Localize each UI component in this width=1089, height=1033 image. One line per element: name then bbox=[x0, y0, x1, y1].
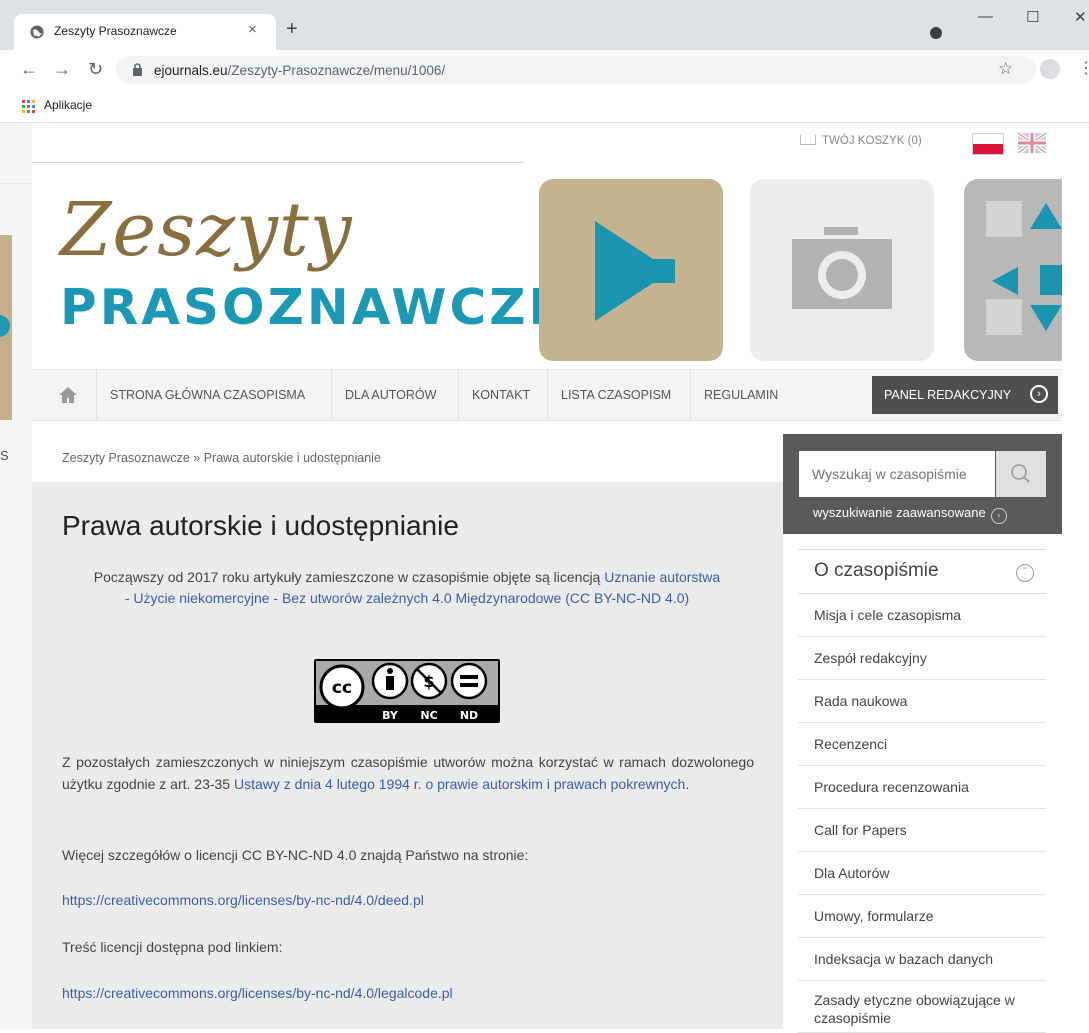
menu-contact[interactable]: KONTAKT bbox=[458, 370, 543, 420]
menu-journal-list[interactable]: LISTA CZASOPISM bbox=[547, 370, 684, 420]
search-button[interactable] bbox=[996, 451, 1046, 497]
cc-by-label: BY bbox=[382, 709, 399, 722]
sidebar: wyszukiwanie zaawansowane› O czasopiśmie… bbox=[783, 434, 1062, 1033]
menu-terms[interactable]: REGULAMIN bbox=[690, 370, 791, 420]
menu-kebab-icon[interactable]: ⋮ bbox=[1078, 58, 1089, 78]
bookmarks-bar: Aplikacje bbox=[0, 90, 1089, 123]
copyright-act-link[interactable]: Ustawy z dnia 4 lutego 1994 r. o prawie … bbox=[234, 776, 685, 792]
sidebar-item-reviewers[interactable]: Recenzenci bbox=[798, 723, 1046, 766]
main-menu: STRONA GŁÓWNA CZASOPISMA DLA AUTORÓW KON… bbox=[32, 369, 1062, 421]
media-indicator-icon[interactable] bbox=[930, 27, 942, 39]
sidebar-item-indexing[interactable]: Indeksacja w bazach danych bbox=[798, 938, 1046, 981]
legalcode-link-row: https://creativecommons.org/licenses/by-… bbox=[62, 982, 754, 1004]
sidebar-item-agreements[interactable]: Umowy, formularze bbox=[798, 895, 1046, 938]
reload-icon[interactable]: ↻ bbox=[88, 60, 103, 78]
journal-page: TWÓJ KOSZYK (0) Zeszyty PRASOZNAWCZE STR… bbox=[32, 123, 1062, 1033]
details-paragraph: Więcej szczegółów o licencji CC BY-NC-ND… bbox=[62, 847, 529, 863]
divider bbox=[32, 162, 524, 163]
media-tile-video[interactable] bbox=[539, 179, 723, 361]
about-journal-header[interactable]: O czasopiśmie ˆ bbox=[798, 549, 1046, 594]
chevron-right-icon: › bbox=[990, 508, 1007, 524]
menu-home[interactable]: STRONA GŁÓWNA CZASOPISMA bbox=[96, 370, 318, 420]
legalcode-paragraph: Treść licencji dostępna pod linkiem: bbox=[62, 939, 283, 955]
media-tile-photo[interactable] bbox=[750, 179, 934, 361]
close-tab-icon[interactable]: × bbox=[248, 21, 257, 38]
uk-flag-icon[interactable] bbox=[1018, 133, 1046, 153]
background-window-edge: S bbox=[0, 123, 32, 1029]
advanced-search-link[interactable]: wyszukiwanie zaawansowane › bbox=[813, 505, 1007, 524]
apps-grid-icon[interactable] bbox=[22, 100, 35, 113]
about-journal-list: Misja i cele czasopisma Zespół redakcyjn… bbox=[798, 594, 1046, 1033]
about-journal-title: O czasopiśmie bbox=[814, 560, 939, 581]
editorial-panel-button[interactable]: PANEL REDAKCYJNY › bbox=[872, 376, 1058, 414]
legalcode-link[interactable]: https://creativecommons.org/licenses/by-… bbox=[62, 985, 453, 1001]
cart-link[interactable]: TWÓJ KOSZYK (0) bbox=[800, 135, 922, 147]
sidebar-item-editorial-team[interactable]: Zespół redakcyjny bbox=[798, 637, 1046, 680]
chevron-right-icon: › bbox=[1030, 385, 1048, 403]
editorial-panel-label: PANEL REDAKCYJNY bbox=[884, 388, 1012, 402]
forward-icon[interactable]: → bbox=[53, 60, 71, 78]
lock-icon bbox=[133, 63, 142, 76]
arrows-icon bbox=[986, 201, 1062, 335]
search-panel: wyszukiwanie zaawansowane› bbox=[783, 434, 1062, 534]
address-bar: ← → ↻ ejournals.eu/Zeszyty-Prasoznawcze/… bbox=[0, 50, 1089, 90]
logo-title[interactable]: PRASOZNAWCZE bbox=[60, 283, 566, 332]
content-area: Zeszyty Prasoznawcze » Prawa autorskie i… bbox=[32, 434, 783, 1029]
deed-link[interactable]: https://creativecommons.org/licenses/by-… bbox=[62, 892, 424, 908]
license-paragraph: Począwszy od 2017 roku artykuły zamieszc… bbox=[93, 569, 721, 606]
browser-tab-strip: Zeszyty Prasoznawcze × + — ☐ ✕ bbox=[0, 0, 1089, 50]
search-icon bbox=[1011, 464, 1030, 483]
fair-use-paragraph: Z pozostałych zamieszczonych w niniejszy… bbox=[62, 754, 754, 792]
chevron-up-icon: ˆ bbox=[1016, 564, 1034, 582]
bookmark-apps[interactable]: Aplikacje bbox=[44, 98, 92, 112]
cc-nd-label: ND bbox=[460, 709, 478, 722]
svg-text:cc: cc bbox=[332, 678, 352, 698]
play-icon bbox=[595, 221, 675, 321]
url-field[interactable]: ejournals.eu/Zeszyty-Prasoznawcze/menu/1… bbox=[116, 56, 1036, 84]
bookmark-star-icon[interactable]: ☆ bbox=[998, 59, 1013, 79]
sidebar-item-ethics[interactable]: Zasady etyczne obowiązujące w czasopiśmi… bbox=[798, 981, 1046, 1033]
new-tab-button[interactable]: + bbox=[286, 19, 298, 39]
browser-tab[interactable]: Zeszyty Prasoznawcze × bbox=[14, 14, 276, 50]
sidebar-item-review-procedure[interactable]: Procedura recenzowania bbox=[798, 766, 1046, 809]
sidebar-item-mission[interactable]: Misja i cele czasopisma bbox=[798, 594, 1046, 637]
deed-link-row: https://creativecommons.org/licenses/by-… bbox=[62, 889, 754, 911]
media-tile-navigation[interactable] bbox=[964, 179, 1062, 361]
logo-script[interactable]: Zeszyty bbox=[60, 193, 353, 267]
close-window-icon[interactable]: ✕ bbox=[1074, 8, 1087, 26]
polish-flag-icon[interactable] bbox=[972, 133, 1004, 155]
sidebar-item-call-for-papers[interactable]: Call for Papers bbox=[798, 809, 1046, 852]
back-icon[interactable]: ← bbox=[20, 60, 38, 78]
search-input[interactable] bbox=[799, 451, 995, 497]
cc-nc-label: NC bbox=[420, 709, 437, 722]
cart-icon bbox=[800, 135, 816, 145]
minimize-icon[interactable]: — bbox=[978, 8, 993, 25]
globe-icon bbox=[30, 25, 44, 39]
sidebar-item-scientific-council[interactable]: Rada naukowa bbox=[798, 680, 1046, 723]
page-title: Prawa autorskie i udostępnianie bbox=[62, 510, 459, 541]
tab-title: Zeszyty Prasoznawcze bbox=[54, 24, 177, 38]
profile-avatar-icon[interactable] bbox=[1040, 59, 1060, 79]
home-icon[interactable] bbox=[58, 386, 78, 404]
maximize-icon[interactable]: ☐ bbox=[1026, 8, 1039, 26]
breadcrumb[interactable]: Zeszyty Prasoznawcze » Prawa autorskie i… bbox=[32, 434, 783, 482]
menu-for-authors[interactable]: DLA AUTORÓW bbox=[331, 370, 449, 420]
sidebar-item-for-authors[interactable]: Dla Autorów bbox=[798, 852, 1046, 895]
url-text: ejournals.eu/Zeszyty-Prasoznawcze/menu/1… bbox=[154, 63, 446, 78]
camera-icon bbox=[792, 227, 892, 309]
cc-license-badge[interactable]: cc $ BY NC ND bbox=[314, 659, 500, 723]
